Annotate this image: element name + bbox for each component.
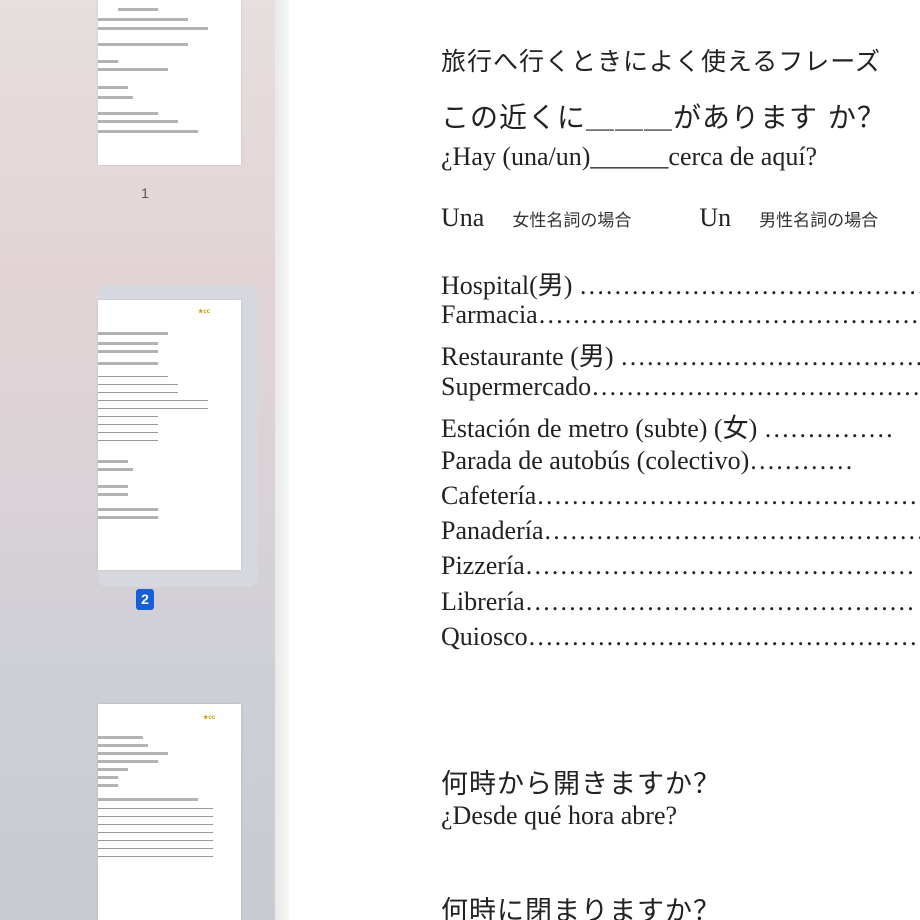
- thumb-rule: [98, 440, 158, 441]
- page-number-label[interactable]: 1: [138, 185, 152, 201]
- page-thumbnail-sidebar[interactable]: 1 ★cc 2 ★cc: [0, 0, 276, 920]
- thumb-text-line: [98, 342, 158, 345]
- thumb-text-line: [98, 18, 188, 21]
- thumb-text-line: [98, 68, 168, 71]
- thumb-rule: [98, 408, 208, 409]
- thumb-text-line: [98, 43, 188, 46]
- thumb-text-line: [98, 468, 133, 471]
- place-row-quiosco: Quiosco………………………………………: [441, 622, 918, 651]
- thumb-logo: ★cc: [198, 309, 211, 315]
- place-row-estacion: Estación de metro (subte) (女) ……………: [441, 414, 894, 443]
- place-row-supermercado: Supermercado…………………………………………: [441, 372, 920, 401]
- thumb-text-line: [98, 493, 128, 496]
- thumb-rule: [98, 400, 208, 401]
- place-row-cafeteria: Cafetería……………………………………………: [441, 481, 920, 510]
- thumb-text-line: [98, 784, 118, 787]
- place-row-libreria: Librería………………………………………: [441, 587, 915, 616]
- question-es: ¿Desde qué hora abre?: [441, 801, 678, 830]
- una-label: Una: [441, 203, 485, 232]
- gender-note-row: Una 女性名詞の場合 Un 男性名詞の場合: [441, 203, 878, 233]
- thumb-rule: [98, 416, 158, 417]
- thumb-rule: [98, 432, 158, 433]
- thumb-text-line: [98, 96, 133, 99]
- thumb-rule: [98, 384, 178, 385]
- thumb-text-line: [98, 460, 128, 463]
- thumb-text-line: [98, 768, 128, 771]
- question-jp: 何時から開きますか？: [441, 769, 721, 800]
- un-note: 男性名詞の場合: [759, 211, 879, 231]
- thumb-table-rule: [98, 816, 213, 817]
- thumb-text-line: [98, 27, 208, 30]
- un-label: Un: [699, 203, 732, 232]
- place-row-farmacia: Farmacia……………………………………………: [441, 300, 920, 329]
- sidebar-divider: [275, 0, 289, 920]
- thumb-table-rule: [98, 808, 213, 809]
- page-thumbnail-2[interactable]: ★cc: [98, 300, 241, 570]
- question-es: ¿Hay (una/un)______cerca de aquí?: [441, 142, 818, 171]
- thumb-rule: [98, 376, 168, 377]
- document-page: 旅行へ行くときによく使えるフレーズ この近くに＿＿＿があります か？ ¿Hay …: [289, 0, 920, 920]
- document-title: 旅行へ行くときによく使えるフレーズ: [441, 47, 882, 76]
- question-jp: 何時に閉まりますか？: [441, 896, 721, 920]
- thumb-text-line: [98, 744, 148, 747]
- thumb-text-line: [98, 798, 198, 801]
- thumb-rule: [98, 392, 178, 393]
- thumb-text-line: [98, 86, 128, 89]
- thumb-text-line: [98, 752, 168, 755]
- thumb-text-line: [98, 516, 158, 519]
- thumb-table-rule: [98, 832, 213, 833]
- thumb-text-line: [98, 508, 158, 511]
- thumb-text-line: [98, 120, 178, 123]
- thumb-text-line: [98, 350, 158, 353]
- thumb-text-line: [98, 332, 168, 335]
- thumb-table-rule: [98, 840, 213, 841]
- thumb-text-line: [98, 760, 158, 763]
- place-row-hospital: Hospital(男) …………………………………………: [441, 271, 920, 300]
- thumb-text-line: [118, 8, 158, 11]
- thumb-table-rule: [98, 848, 213, 849]
- place-row-parada: Parada de autobús (colectivo)…………: [441, 446, 854, 475]
- thumb-table-rule: [98, 824, 213, 825]
- question-jp: この近くに＿＿＿があります か？: [441, 101, 886, 134]
- thumb-rule: [98, 424, 158, 425]
- page-number-label-selected[interactable]: 2: [136, 589, 154, 610]
- place-row-panaderia: Panadería……………………………………………: [441, 516, 920, 545]
- thumb-table-rule: [98, 856, 213, 857]
- page-thumbnail-3[interactable]: ★cc: [98, 704, 241, 920]
- thumb-text-line: [98, 736, 143, 739]
- thumb-text-line: [98, 130, 198, 133]
- place-row-pizzeria: Pizzería………………………………………: [441, 551, 915, 580]
- page-thumbnail-1[interactable]: [98, 0, 241, 165]
- thumb-text-line: [98, 362, 158, 365]
- thumb-text-line: [98, 112, 158, 115]
- thumb-logo: ★cc: [203, 715, 216, 721]
- thumb-text-line: [98, 776, 118, 779]
- place-row-restaurante: Restaurante (男) ……………………………………: [441, 342, 920, 371]
- una-note: 女性名詞の場合: [512, 211, 632, 231]
- thumb-text-line: [98, 60, 118, 63]
- thumb-text-line: [98, 485, 128, 488]
